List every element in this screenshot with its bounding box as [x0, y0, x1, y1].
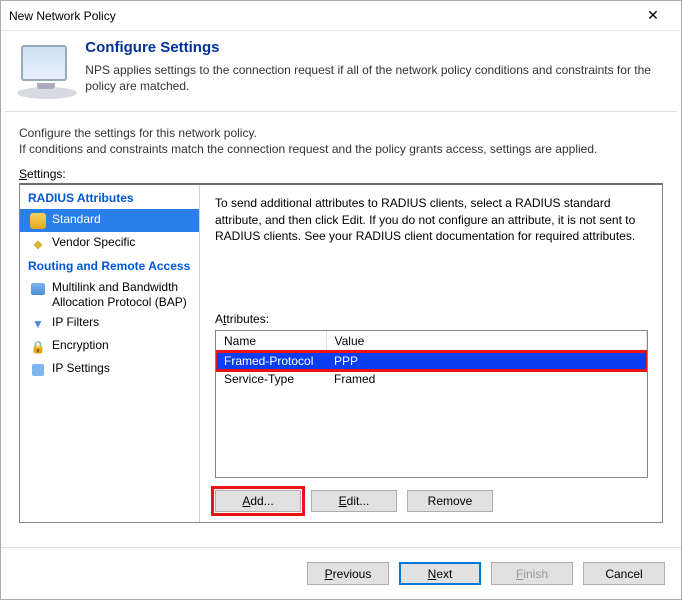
edit-button[interactable]: Edit...	[311, 490, 397, 512]
sidebar-item-multilink[interactable]: Multilink and Bandwidth Allocation Proto…	[20, 277, 199, 312]
sidebar-item-label: IP Filters	[52, 315, 99, 329]
intro-line2: If conditions and constraints match the …	[19, 141, 663, 157]
attributes-list[interactable]: Name Value Framed-Protocol PPP Service-T…	[215, 330, 648, 478]
attributes-label: Attributes:	[215, 312, 648, 326]
close-icon[interactable]: ✕	[633, 7, 673, 24]
wizard-icon	[15, 43, 75, 103]
sidebar-item-label: Vendor Specific	[52, 235, 135, 249]
sidebar-item-ip-settings[interactable]: IP Settings	[20, 358, 199, 381]
category-radius: RADIUS Attributes	[20, 187, 199, 209]
settings-panel: RADIUS Attributes Standard ◆ Vendor Spec…	[19, 183, 663, 523]
sidebar-item-vendor-specific[interactable]: ◆ Vendor Specific	[20, 232, 199, 255]
column-value[interactable]: Value	[326, 331, 647, 352]
attr-name: Framed-Protocol	[216, 352, 326, 371]
vendor-icon: ◆	[30, 236, 46, 252]
attr-value: Framed	[326, 370, 647, 388]
header-text: Configure Settings NPS applies settings …	[85, 39, 665, 103]
attr-name: Service-Type	[216, 370, 326, 388]
sidebar-item-label: Encryption	[52, 338, 109, 352]
dialog-window: New Network Policy ✕ Configure Settings …	[0, 0, 682, 600]
attribute-buttons: Add... Edit... Remove	[215, 490, 648, 512]
multilink-icon	[30, 281, 46, 297]
sidebar-item-encryption[interactable]: 🔒 Encryption	[20, 335, 199, 358]
previous-button[interactable]: Previous	[307, 562, 389, 585]
content-description: To send additional attributes to RADIUS …	[215, 195, 648, 244]
wizard-footer: Previous Next Finish Cancel	[1, 547, 681, 599]
settings-icon	[30, 362, 46, 378]
settings-label: Settings:	[1, 161, 681, 181]
sidebar-item-label: IP Settings	[52, 361, 110, 375]
page-title: Configure Settings	[85, 39, 665, 56]
header: Configure Settings NPS applies settings …	[1, 31, 681, 111]
sidebar-item-ip-filters[interactable]: ▼ IP Filters	[20, 312, 199, 335]
settings-sidebar: RADIUS Attributes Standard ◆ Vendor Spec…	[20, 185, 200, 522]
filter-icon: ▼	[30, 316, 46, 332]
standard-icon	[30, 213, 46, 229]
sidebar-item-standard[interactable]: Standard	[20, 209, 199, 232]
window-title: New Network Policy	[9, 9, 633, 23]
cancel-button[interactable]: Cancel	[583, 562, 665, 585]
page-subtitle: NPS applies settings to the connection r…	[85, 62, 665, 94]
column-name[interactable]: Name	[216, 331, 326, 352]
titlebar: New Network Policy ✕	[1, 1, 681, 31]
attr-value: PPP	[326, 352, 647, 371]
next-button[interactable]: Next	[399, 562, 481, 585]
remove-button[interactable]: Remove	[407, 490, 493, 512]
sidebar-item-label: Standard	[52, 212, 101, 226]
content-pane: To send additional attributes to RADIUS …	[200, 185, 662, 522]
intro-text: Configure the settings for this network …	[1, 113, 681, 161]
add-button[interactable]: Add...	[215, 490, 301, 512]
table-row[interactable]: Framed-Protocol PPP	[216, 352, 647, 371]
finish-button: Finish	[491, 562, 573, 585]
lock-icon: 🔒	[30, 339, 46, 355]
table-row[interactable]: Service-Type Framed	[216, 370, 647, 388]
intro-line1: Configure the settings for this network …	[19, 125, 663, 141]
sidebar-item-label: Multilink and Bandwidth Allocation Proto…	[52, 280, 191, 309]
category-rras: Routing and Remote Access	[20, 255, 199, 277]
